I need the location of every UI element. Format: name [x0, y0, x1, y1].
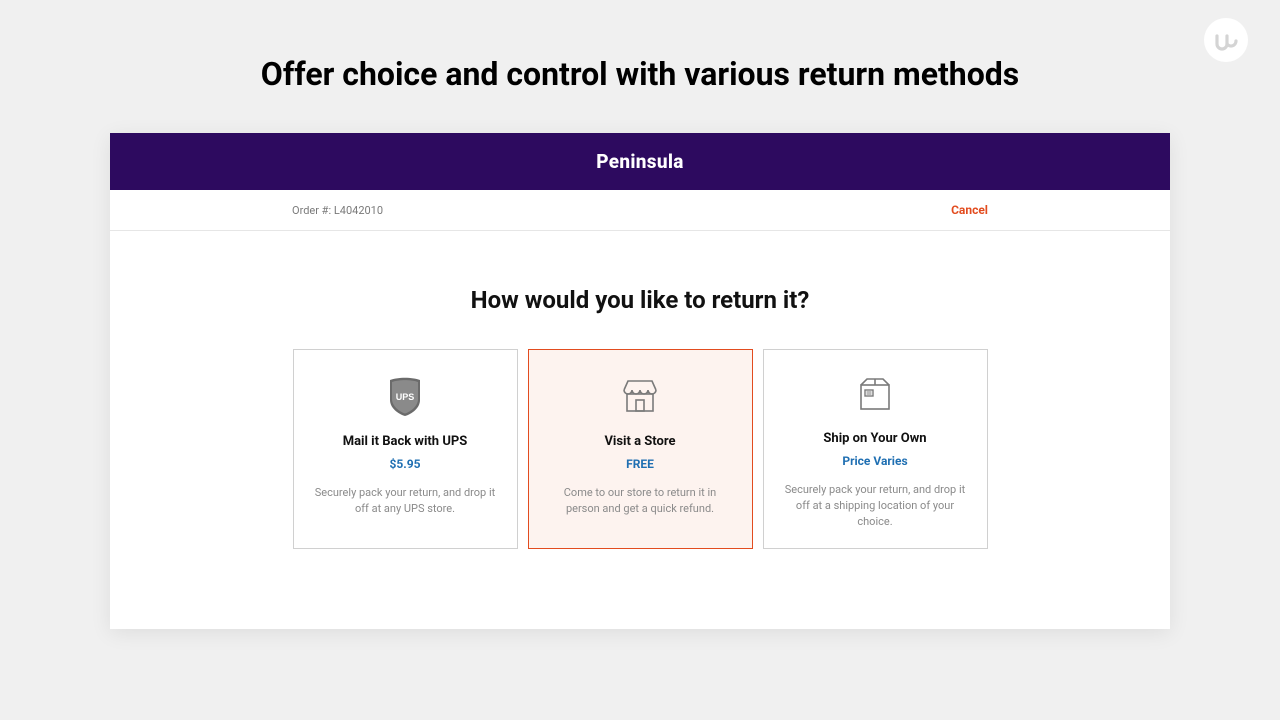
order-number: Order #: L4042010	[292, 204, 383, 217]
ups-shield-icon: UPS	[388, 374, 422, 418]
option-desc: Securely pack your return, and drop it o…	[782, 482, 969, 530]
option-title: Ship on Your Own	[823, 431, 926, 446]
option-title: Mail it Back with UPS	[343, 434, 468, 449]
option-visit-store[interactable]: Visit a Store FREE Come to our store to …	[528, 349, 753, 549]
app-window: Peninsula Order #: L4042010 Cancel How w…	[110, 133, 1170, 629]
option-desc: Come to our store to return it in person…	[547, 485, 734, 517]
package-icon	[857, 374, 893, 415]
content-area: How would you like to return it? UPS Mai…	[110, 231, 1170, 629]
svg-text:UPS: UPS	[396, 392, 415, 402]
wave-icon	[1212, 26, 1240, 54]
option-title: Visit a Store	[604, 434, 675, 449]
option-ship-own[interactable]: Ship on Your Own Price Varies Securely p…	[763, 349, 988, 549]
vendor-logo-badge	[1204, 18, 1248, 62]
option-desc: Securely pack your return, and drop it o…	[312, 485, 499, 517]
hero-title: Offer choice and control with various re…	[0, 0, 1280, 133]
cancel-button[interactable]: Cancel	[951, 203, 988, 217]
meta-row: Order #: L4042010 Cancel	[110, 190, 1170, 231]
brand-name: Peninsula	[596, 150, 683, 173]
option-price: $5.95	[389, 457, 420, 471]
storefront-icon	[620, 374, 660, 418]
return-options: UPS Mail it Back with UPS $5.95 Securely…	[110, 349, 1170, 549]
option-price: FREE	[626, 457, 654, 471]
option-price: Price Varies	[842, 454, 907, 468]
return-question: How would you like to return it?	[110, 286, 1170, 314]
brand-bar: Peninsula	[110, 133, 1170, 190]
option-mail-ups[interactable]: UPS Mail it Back with UPS $5.95 Securely…	[293, 349, 518, 549]
